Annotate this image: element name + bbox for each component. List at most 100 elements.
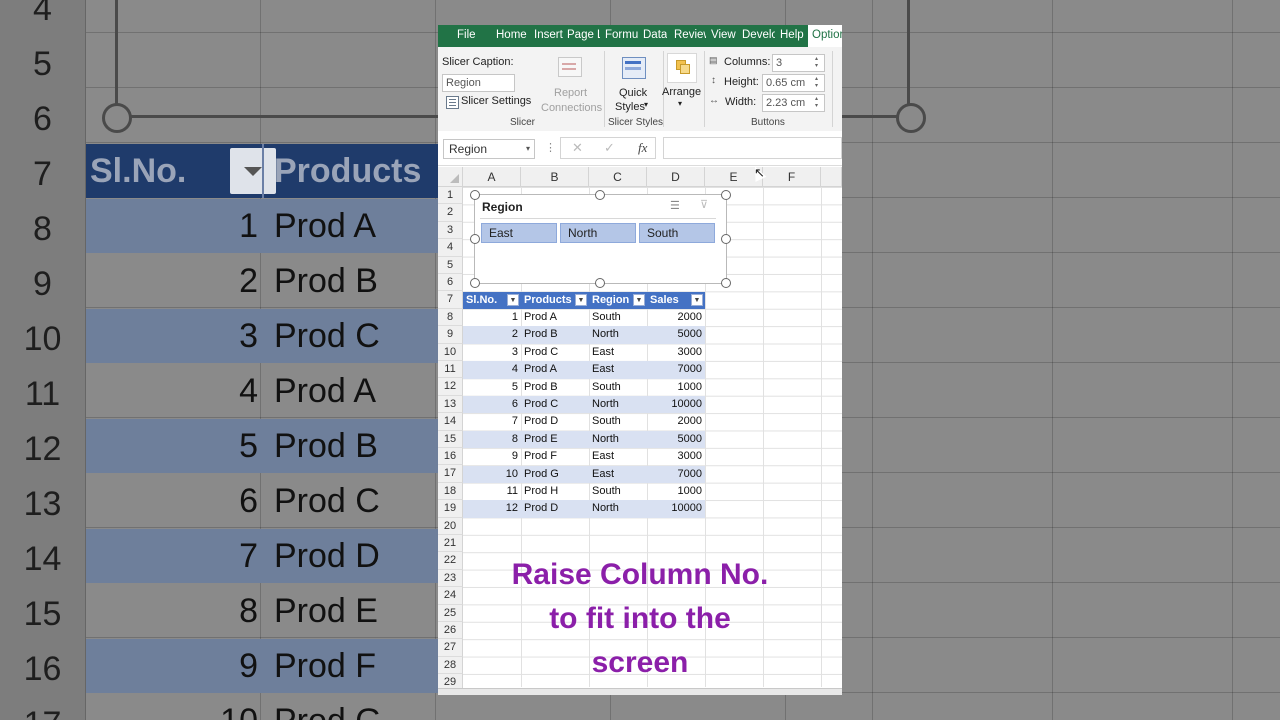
resize-handle[interactable] (470, 234, 480, 244)
multi-select-icon[interactable]: ☰ (670, 199, 680, 212)
row-header[interactable]: 4 (438, 239, 463, 257)
column-header[interactable]: F (763, 167, 821, 187)
tab-page-layout[interactable]: Page L (567, 25, 600, 47)
row-header[interactable]: 20 (438, 517, 463, 535)
slicer-item-east[interactable]: East (481, 223, 557, 243)
height-input[interactable]: 0.65 cm ▴ ▾ (762, 74, 825, 92)
row-header[interactable]: 13 (438, 395, 463, 414)
table-cell[interactable]: Prod A (521, 309, 589, 326)
quick-styles-button[interactable]: Quick (619, 87, 647, 99)
chevron-down-icon[interactable]: ▾ (526, 140, 530, 158)
row-header[interactable]: 6 (438, 274, 463, 292)
table-cell[interactable]: Prod D (521, 413, 589, 430)
table-cell[interactable]: 1000 (647, 483, 705, 500)
tab-options[interactable]: Optior (808, 25, 842, 47)
row-header[interactable]: 1 (438, 187, 463, 205)
table-cell[interactable]: East (589, 361, 647, 378)
column-header[interactable] (821, 167, 842, 187)
resize-handle[interactable] (721, 234, 731, 244)
row-header[interactable]: 9 (438, 326, 463, 344)
resize-handle[interactable] (470, 190, 480, 200)
region-slicer[interactable]: Region ☰ ⊽ East North South (474, 194, 727, 284)
row-header[interactable]: 2 (438, 204, 463, 222)
table-cell[interactable]: 2 (463, 326, 521, 343)
table-cell[interactable]: 9 (463, 448, 521, 465)
width-input[interactable]: 2.23 cm ▴ ▾ (762, 94, 825, 112)
table-cell[interactable]: Prod C (521, 344, 589, 361)
table-cell[interactable]: North (589, 431, 647, 448)
table-cell[interactable]: 7000 (647, 361, 705, 378)
table-cell[interactable]: 3000 (647, 344, 705, 361)
row-header[interactable]: 8 (438, 308, 463, 327)
row-header[interactable]: 12 (438, 378, 463, 396)
tab-file[interactable]: File (457, 25, 476, 47)
report-connections-button[interactable]: Report (554, 87, 587, 99)
slicer-item-north[interactable]: North (560, 223, 636, 243)
tab-review[interactable]: Review (674, 25, 706, 47)
resize-handle[interactable] (721, 190, 731, 200)
row-header[interactable]: 21 (438, 535, 463, 553)
spinner-icon[interactable]: ▴ ▾ (815, 96, 823, 110)
table-cell[interactable]: South (589, 483, 647, 500)
resize-handle[interactable] (470, 278, 480, 288)
table-cell[interactable]: 6 (463, 396, 521, 413)
row-header[interactable]: 10 (438, 343, 463, 361)
table-cell[interactable]: 3000 (647, 448, 705, 465)
tab-developer[interactable]: Develo (742, 25, 775, 47)
table-cell[interactable]: Prod B (521, 379, 589, 396)
formula-input[interactable] (663, 137, 842, 159)
table-cell[interactable]: East (589, 448, 647, 465)
table-cell[interactable]: North (589, 326, 647, 343)
table-cell[interactable]: 11 (463, 483, 521, 500)
row-header[interactable]: 16 (438, 448, 463, 466)
table-cell[interactable]: 5000 (647, 431, 705, 448)
tab-help[interactable]: Help (780, 25, 804, 47)
name-box[interactable]: Region ▾ (443, 139, 535, 159)
sheet-tabs-bar[interactable] (438, 688, 842, 695)
table-cell[interactable]: Prod E (521, 431, 589, 448)
resize-handle[interactable] (721, 278, 731, 288)
table-cell[interactable]: 2000 (647, 309, 705, 326)
arrange-button[interactable]: Arrange (662, 86, 701, 98)
table-cell[interactable]: Prod B (521, 326, 589, 343)
tab-formulas[interactable]: Formu (605, 25, 638, 47)
table-cell[interactable]: 2000 (647, 413, 705, 430)
row-header[interactable]: 19 (438, 500, 463, 518)
row-header[interactable]: 18 (438, 482, 463, 501)
slicer-settings-button[interactable]: Slicer Settings (461, 95, 531, 107)
filter-dropdown-icon[interactable]: ▼ (691, 294, 703, 306)
table-cell[interactable]: 7 (463, 413, 521, 430)
table-cell[interactable]: South (589, 379, 647, 396)
table-cell[interactable]: 5000 (647, 326, 705, 343)
table-cell[interactable]: 10000 (647, 396, 705, 413)
column-header[interactable]: D (647, 167, 705, 187)
filter-dropdown-icon[interactable]: ▼ (633, 294, 645, 306)
row-header[interactable]: 17 (438, 465, 463, 483)
row-header[interactable]: 15 (438, 430, 463, 448)
table-cell[interactable]: South (589, 413, 647, 430)
table-cell[interactable]: Prod H (521, 483, 589, 500)
table-cell[interactable]: 8 (463, 431, 521, 448)
spinner-icon[interactable]: ▴ ▾ (815, 76, 823, 90)
select-all-corner[interactable] (438, 167, 463, 187)
table-cell[interactable]: East (589, 344, 647, 361)
table-cell[interactable]: 4 (463, 361, 521, 378)
columns-input[interactable]: 3 ▴ ▾ (772, 54, 825, 72)
column-header[interactable]: B (521, 167, 589, 187)
row-header[interactable]: 14 (438, 413, 463, 431)
tab-home[interactable]: Home (496, 25, 527, 47)
resize-handle[interactable] (595, 190, 605, 200)
table-cell[interactable]: North (589, 396, 647, 413)
table-cell[interactable]: 3 (463, 344, 521, 361)
table-cell[interactable]: 12 (463, 500, 521, 517)
filter-dropdown-icon[interactable]: ▼ (575, 294, 587, 306)
insert-function-icon[interactable]: fx (638, 140, 647, 156)
table-cell[interactable]: 1000 (647, 379, 705, 396)
row-header[interactable]: 5 (438, 256, 463, 274)
table-cell[interactable]: 7000 (647, 466, 705, 483)
table-cell[interactable]: Prod F (521, 448, 589, 465)
slicer-caption-input[interactable]: Region (442, 74, 515, 92)
table-cell[interactable]: North (589, 500, 647, 517)
column-header[interactable]: A (463, 167, 521, 187)
column-header[interactable]: C (589, 167, 647, 187)
